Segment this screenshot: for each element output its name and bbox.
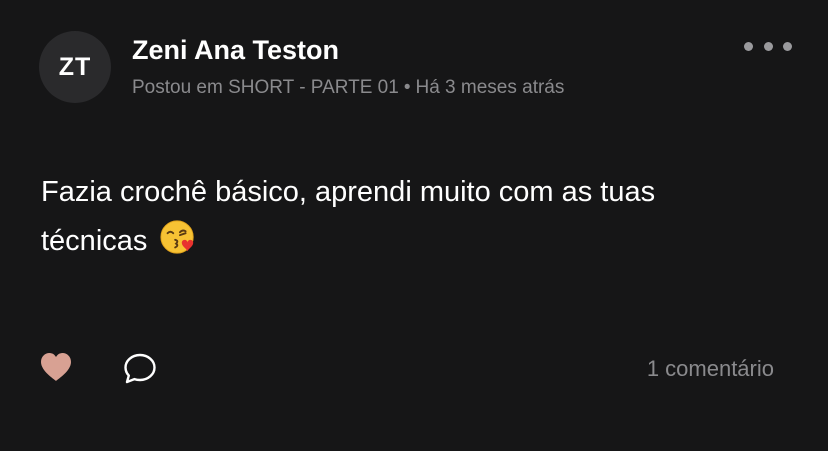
post-body: Fazia crochê básico, aprendi muito com a… (41, 168, 761, 272)
comment-card: ZT Zeni Ana Teston Postou em SHORT - PAR… (0, 0, 828, 451)
heart-icon (41, 353, 71, 381)
comment-bubble-icon (124, 353, 156, 384)
avatar-initials: ZT (58, 52, 92, 81)
post-text: Fazia crochê básico, aprendi muito com a… (41, 176, 656, 257)
more-options-button[interactable] (744, 34, 792, 58)
author-name[interactable]: Zeni Ana Teston (132, 33, 339, 67)
post-meta: Postou em SHORT - PARTE 01 • Há 3 meses at… (132, 76, 564, 100)
more-dot (744, 41, 753, 51)
avatar[interactable]: ZT (39, 31, 111, 103)
more-dot (763, 41, 773, 51)
comment-button[interactable] (122, 352, 158, 386)
comment-count[interactable]: 1 comentário (647, 355, 774, 383)
more-dot (783, 41, 792, 51)
time-ago: Há 3 meses atrás (415, 77, 565, 98)
like-button[interactable] (40, 352, 72, 382)
meta-separator: • (403, 77, 411, 98)
posted-in-label: Postou em SHORT - PARTE 01 (132, 77, 399, 98)
kissing-face-emoji-icon (159, 218, 197, 272)
